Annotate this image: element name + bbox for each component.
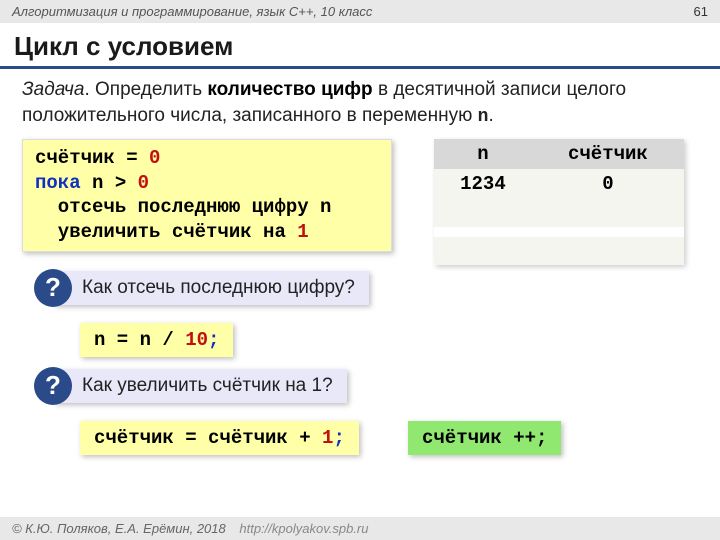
task-var: n: [478, 107, 489, 127]
question-1: ? Как отсечь последнюю цифру?: [34, 269, 369, 307]
header-strip: Алгоритмизация и программирование, язык …: [0, 0, 720, 23]
question-mark-icon: ?: [34, 269, 72, 307]
th-n: n: [434, 139, 532, 169]
footer-url: http://kpolyakov.spb.ru: [239, 521, 368, 536]
table-row: [434, 199, 684, 227]
page-number: 61: [694, 4, 708, 19]
question-2-text: Как увеличить счётчик на 1?: [54, 369, 347, 403]
task-text: Задача. Определить количество цифр в дес…: [0, 77, 720, 129]
code-snippet-2: счётчик = счётчик + 1;: [80, 421, 359, 455]
trace-table: nсчётчик 12340: [434, 139, 684, 265]
footer-strip: © К.Ю. Поляков, Е.А. Ерёмин, 2018 http:/…: [0, 517, 720, 540]
task-bold: количество цифр: [207, 79, 372, 100]
question-mark-icon: ?: [34, 367, 72, 405]
pseudocode-box: счётчик = 0 пока n > 0 отсечь последнюю …: [22, 139, 392, 252]
copyright: © К.Ю. Поляков, Е.А. Ерёмин, 2018: [12, 521, 226, 536]
th-counter: счётчик: [532, 139, 684, 169]
code-snippet-1: n = n / 10;: [80, 323, 233, 357]
course-label: Алгоритмизация и программирование, язык …: [12, 4, 372, 19]
task-label: Задача: [22, 79, 84, 100]
table-row: 12340: [434, 169, 684, 199]
code-snippet-3: счётчик ++;: [408, 421, 561, 455]
question-1-text: Как отсечь последнюю цифру?: [54, 271, 369, 305]
question-2: ? Как увеличить счётчик на 1?: [34, 367, 347, 405]
page-title: Цикл с условием: [0, 23, 720, 69]
table-row: [434, 237, 684, 265]
